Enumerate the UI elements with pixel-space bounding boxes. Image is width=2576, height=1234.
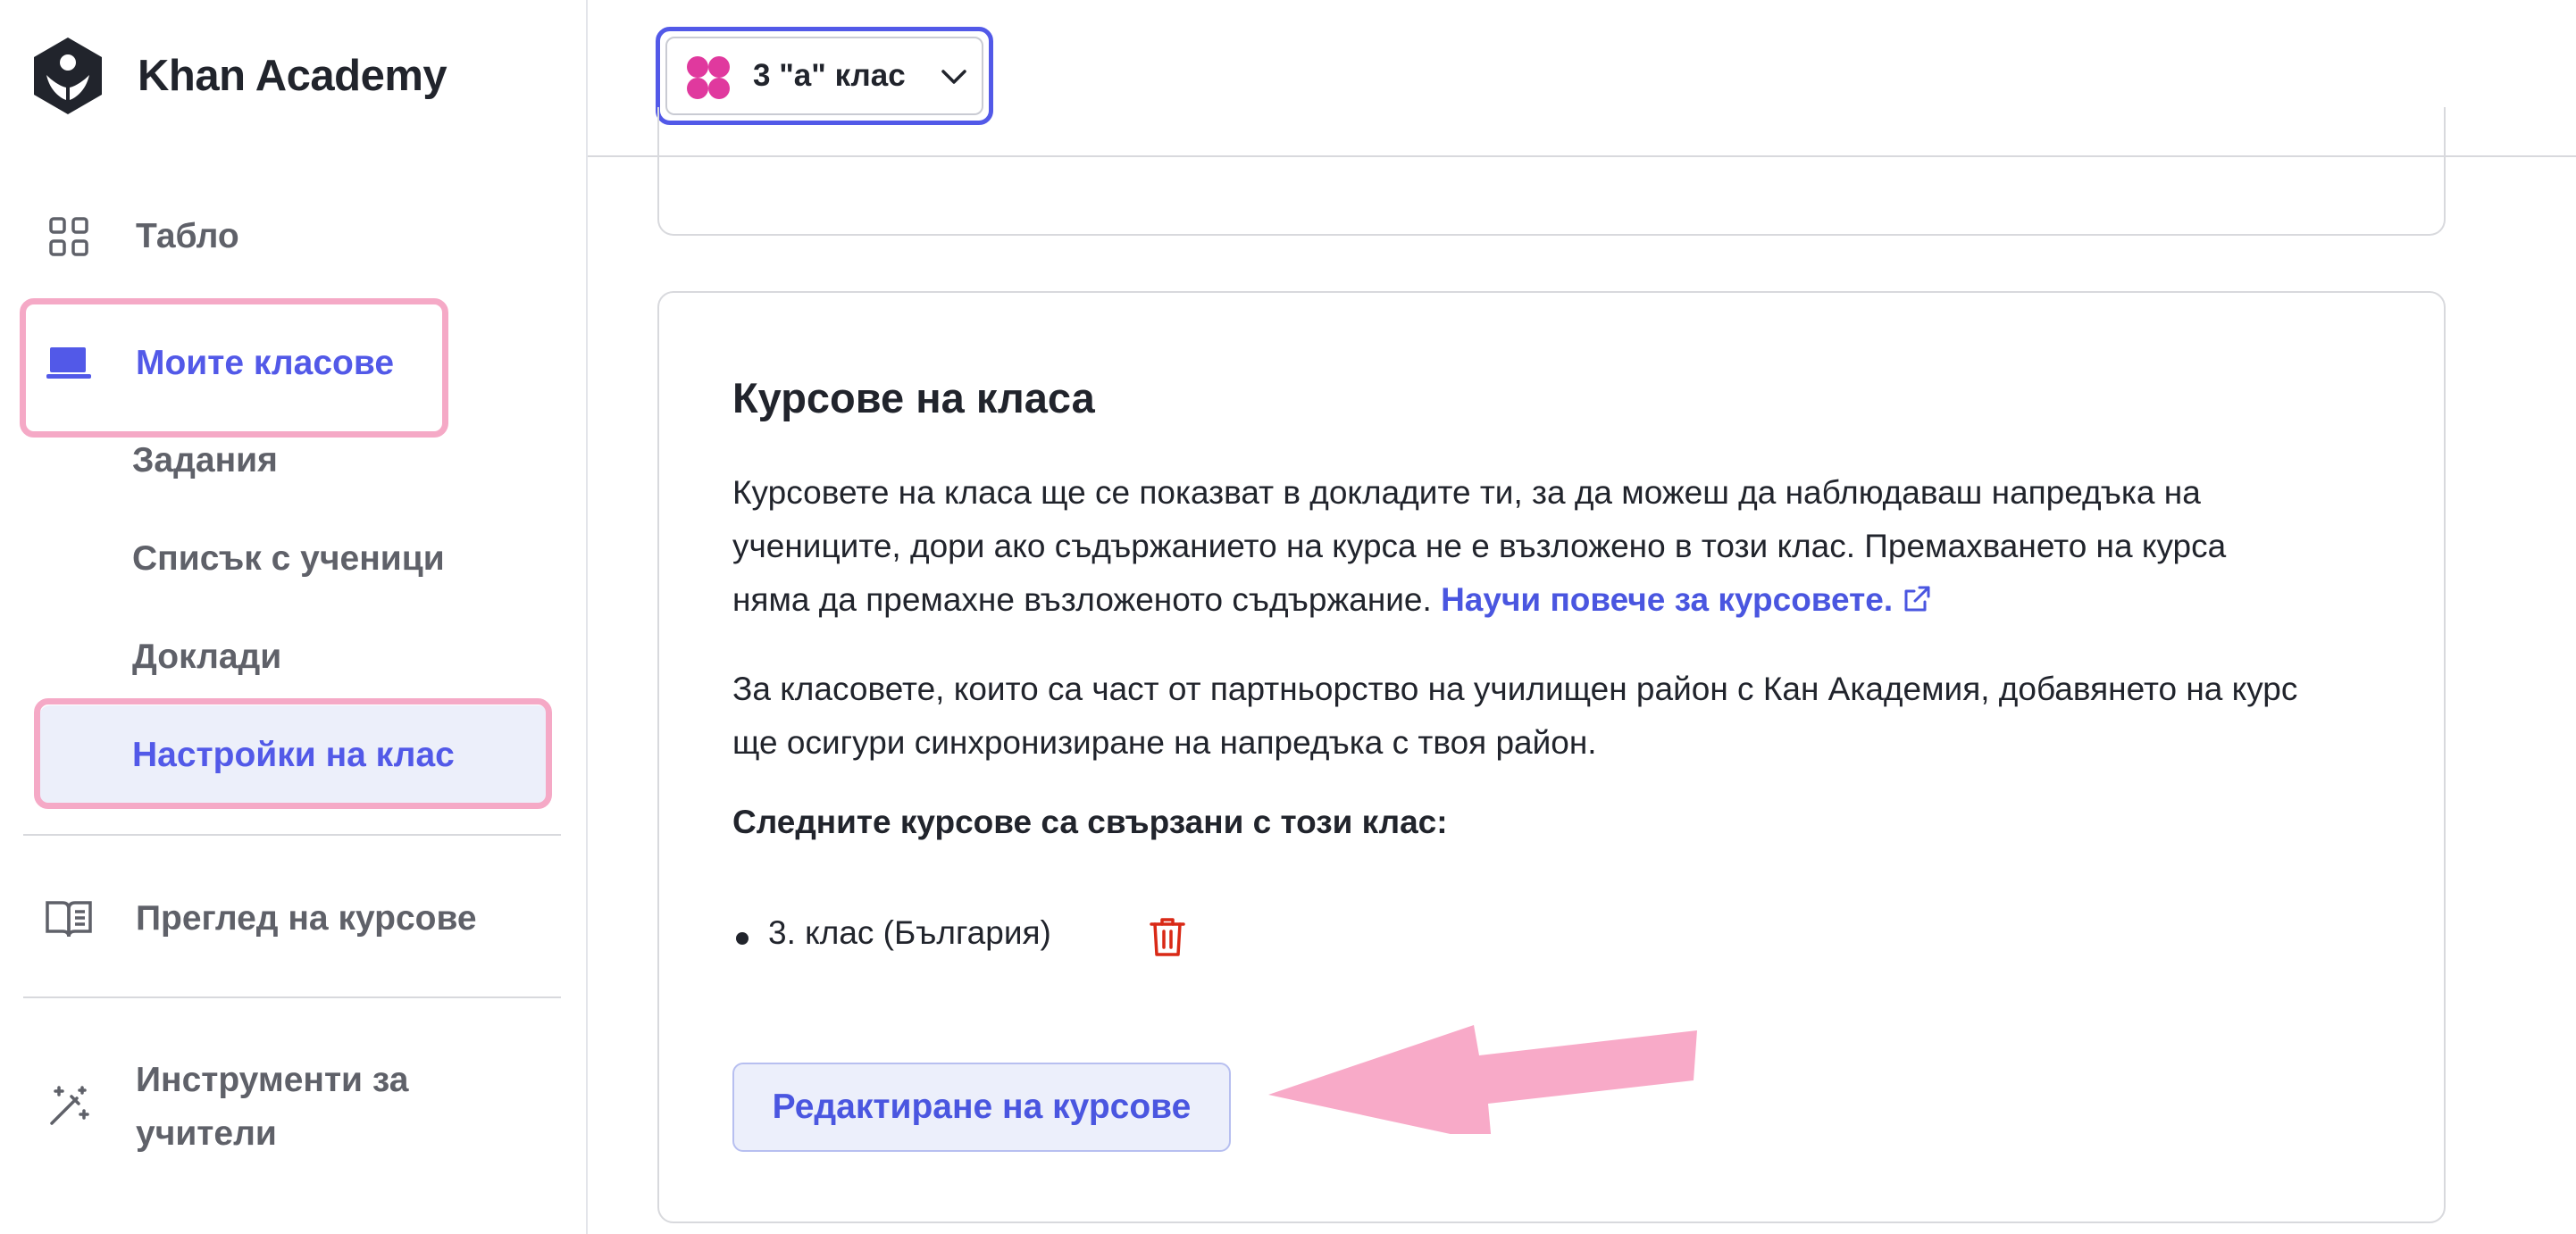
courses-description: Курсовете на класа ще се показват в докл… bbox=[732, 466, 2394, 627]
sidebar-divider bbox=[23, 996, 561, 998]
nav-course-overview-label: Преглед на курсове bbox=[136, 899, 477, 938]
previous-card bbox=[657, 107, 2446, 236]
trash-icon[interactable] bbox=[1149, 916, 1186, 957]
nav-class-settings[interactable]: Настройки на клас bbox=[132, 736, 455, 775]
nav-assignments[interactable]: Задания bbox=[132, 441, 278, 480]
classroom-icon bbox=[45, 339, 93, 388]
app-name: Khan Academy bbox=[138, 52, 447, 100]
khan-academy-logo-icon bbox=[34, 38, 102, 114]
nav-teacher-tools-label-line1: Инструменти за bbox=[136, 1061, 409, 1099]
district-description-line2: ще осигури синхронизиране на напредъка с… bbox=[732, 724, 1597, 761]
sidebar: Khan Academy Табло Моите класове Задания… bbox=[0, 0, 588, 1234]
nav-dashboard[interactable]: Табло bbox=[45, 213, 239, 261]
book-icon bbox=[45, 895, 93, 943]
card-title: Курсове на класа bbox=[732, 374, 1095, 421]
sidebar-divider bbox=[23, 834, 561, 836]
chevron-down-icon bbox=[941, 70, 966, 84]
nav-my-classes[interactable]: Моите класове bbox=[45, 339, 394, 388]
nav-teacher-tools[interactable]: Инструменти за учители bbox=[45, 1054, 408, 1161]
district-description-line1: За класовете, които са част от партньорс… bbox=[732, 671, 2298, 707]
learn-more-link[interactable]: Научи повече за курсовете. bbox=[1441, 581, 1932, 618]
learn-more-link-label: Научи повече за курсовете. bbox=[1441, 581, 1894, 618]
courses-description-line1: Курсовете на класа ще се показват в докл… bbox=[732, 474, 2201, 511]
district-description: За класовете, които са част от партньорс… bbox=[732, 663, 2394, 770]
courses-description-line3-wrap: няма да премахне възложеното съдържание.… bbox=[732, 573, 2394, 627]
external-link-icon bbox=[1904, 586, 1930, 612]
edit-courses-button[interactable]: Редактиране на курсове bbox=[732, 1063, 1231, 1152]
logo[interactable]: Khan Academy bbox=[30, 36, 447, 116]
annotation-arrow-icon bbox=[1268, 1025, 1697, 1134]
nav-course-overview[interactable]: Преглед на курсове bbox=[45, 895, 477, 943]
nav-teacher-tools-label-line2: учители bbox=[136, 1114, 277, 1153]
courses-description-line3: няма да премахне възложеното съдържание. bbox=[732, 581, 1432, 618]
nav-my-classes-label: Моите класове bbox=[136, 344, 395, 382]
course-list-item: 3. клас (България) bbox=[768, 914, 1051, 952]
nav-student-list[interactable]: Списък с ученици bbox=[132, 539, 445, 579]
grid-icon bbox=[45, 213, 93, 261]
nav-dashboard-label: Табло bbox=[136, 217, 239, 255]
class-selector-value: 3 "а" клас bbox=[753, 58, 906, 93]
linked-courses-heading: Следните курсове са свързани с този клас… bbox=[732, 804, 1448, 840]
nav-teacher-tools-label: Инструменти за учители bbox=[136, 1054, 408, 1161]
courses-description-line2: учениците, дори ако съдържанието на курс… bbox=[732, 528, 2227, 564]
nav-reports[interactable]: Доклади bbox=[132, 638, 281, 677]
class-avatar-icon bbox=[687, 56, 730, 99]
list-bullet bbox=[736, 932, 749, 945]
course-name: 3. клас (България) bbox=[768, 914, 1051, 951]
magic-wand-icon bbox=[45, 1082, 93, 1130]
